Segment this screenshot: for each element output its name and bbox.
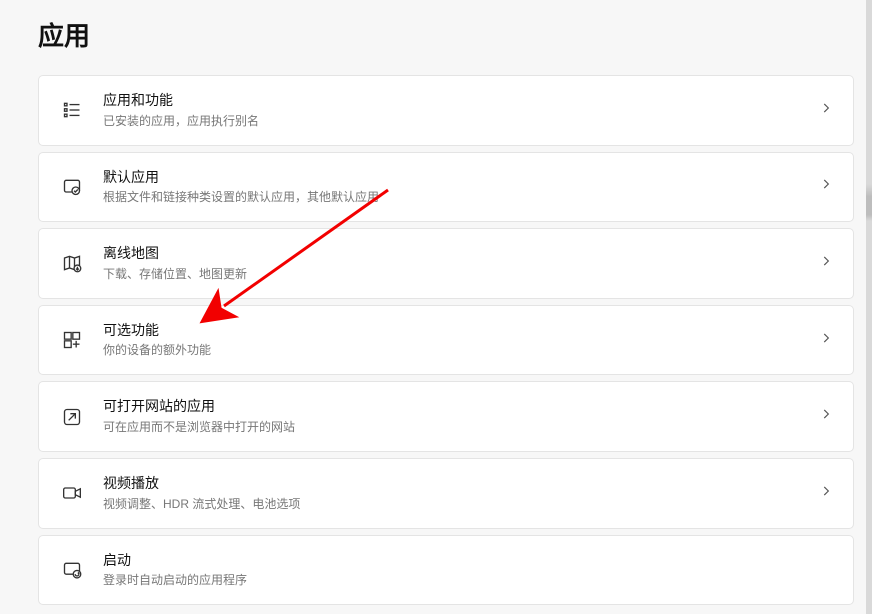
chevron-right-icon [819, 177, 833, 196]
apps-add-icon [59, 327, 85, 353]
chevron-right-icon [819, 407, 833, 426]
card-subtitle: 登录时自动启动的应用程序 [103, 571, 833, 589]
card-subtitle: 视频调整、HDR 流式处理、电池选项 [103, 495, 807, 513]
settings-card-list: 应用和功能 已安装的应用，应用执行别名 默认应用 根据文件和链接种类设置的默认应… [38, 75, 854, 605]
startup-icon [59, 557, 85, 583]
settings-item-apps-and-features[interactable]: 应用和功能 已安装的应用，应用执行别名 [38, 75, 854, 146]
page-title: 应用 [38, 16, 854, 53]
card-subtitle: 可在应用而不是浏览器中打开的网站 [103, 418, 807, 436]
card-subtitle: 根据文件和链接种类设置的默认应用，其他默认应用 [103, 188, 807, 206]
settings-item-optional-features[interactable]: 可选功能 你的设备的额外功能 [38, 305, 854, 376]
default-app-icon [59, 174, 85, 200]
card-texts: 可选功能 你的设备的额外功能 [103, 321, 807, 360]
card-texts: 应用和功能 已安装的应用，应用执行别名 [103, 91, 807, 130]
card-title: 默认应用 [103, 168, 807, 188]
chevron-right-icon [819, 101, 833, 120]
card-title: 应用和功能 [103, 91, 807, 111]
chevron-right-icon [819, 331, 833, 350]
card-title: 可选功能 [103, 321, 807, 341]
chevron-right-icon [819, 254, 833, 273]
card-texts: 启动 登录时自动启动的应用程序 [103, 551, 833, 590]
list-details-icon [59, 97, 85, 123]
card-texts: 可打开网站的应用 可在应用而不是浏览器中打开的网站 [103, 397, 807, 436]
card-subtitle: 下载、存储位置、地图更新 [103, 265, 807, 283]
card-title: 视频播放 [103, 474, 807, 494]
external-link-icon [59, 404, 85, 430]
card-title: 启动 [103, 551, 833, 571]
settings-item-offline-maps[interactable]: 离线地图 下载、存储位置、地图更新 [38, 228, 854, 299]
card-subtitle: 已安装的应用，应用执行别名 [103, 112, 807, 130]
card-title: 离线地图 [103, 244, 807, 264]
video-icon [59, 480, 85, 506]
card-title: 可打开网站的应用 [103, 397, 807, 417]
window-edge [866, 0, 872, 614]
settings-item-apps-for-websites[interactable]: 可打开网站的应用 可在应用而不是浏览器中打开的网站 [38, 381, 854, 452]
map-download-icon [59, 250, 85, 276]
settings-item-video-playback[interactable]: 视频播放 视频调整、HDR 流式处理、电池选项 [38, 458, 854, 529]
card-subtitle: 你的设备的额外功能 [103, 341, 807, 359]
card-texts: 视频播放 视频调整、HDR 流式处理、电池选项 [103, 474, 807, 513]
chevron-right-icon [819, 484, 833, 503]
card-texts: 离线地图 下载、存储位置、地图更新 [103, 244, 807, 283]
card-texts: 默认应用 根据文件和链接种类设置的默认应用，其他默认应用 [103, 168, 807, 207]
settings-item-startup[interactable]: 启动 登录时自动启动的应用程序 [38, 535, 854, 606]
settings-item-default-apps[interactable]: 默认应用 根据文件和链接种类设置的默认应用，其他默认应用 [38, 152, 854, 223]
